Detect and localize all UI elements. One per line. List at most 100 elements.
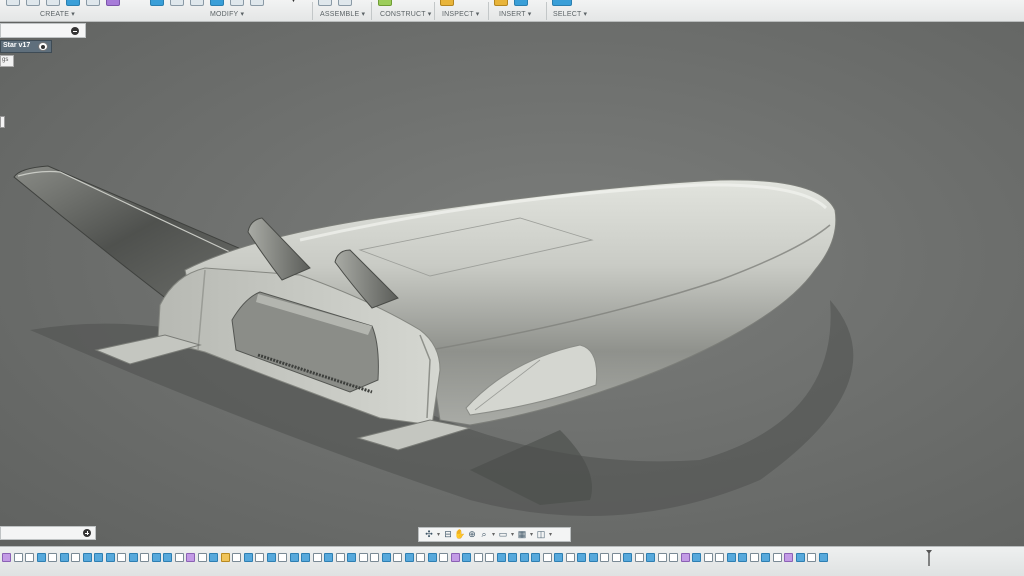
box-icon[interactable] bbox=[26, 0, 40, 6]
combine-feature-icon[interactable] bbox=[186, 553, 195, 562]
sketch-feature-icon[interactable] bbox=[703, 553, 713, 562]
sketch-feature-icon[interactable] bbox=[370, 553, 379, 562]
look-at-icon[interactable]: ⊟ bbox=[443, 529, 453, 540]
assemble-group[interactable]: ASSEMBLE ▾ bbox=[318, 0, 368, 22]
sketch-feature-icon[interactable] bbox=[485, 553, 494, 562]
orbit-icon[interactable]: ✣ bbox=[424, 529, 434, 540]
dropdown-arrow-icon[interactable]: ▾ bbox=[510, 530, 515, 540]
sketch-feature-icon[interactable] bbox=[71, 553, 80, 562]
joint-icon[interactable] bbox=[338, 0, 352, 6]
extrude-feature-icon[interactable] bbox=[82, 553, 92, 562]
extrude-feature-icon[interactable] bbox=[496, 553, 506, 562]
press-pull-icon[interactable] bbox=[150, 0, 164, 6]
construct-menu[interactable]: CONSTRUCT ▾ bbox=[380, 10, 431, 18]
combine-feature-icon[interactable] bbox=[784, 553, 793, 562]
extrude-icon[interactable] bbox=[46, 0, 60, 6]
sketch-feature-icon[interactable] bbox=[232, 553, 241, 562]
sketch-feature-icon[interactable] bbox=[48, 553, 57, 562]
extrude-feature-icon[interactable] bbox=[163, 553, 172, 562]
extrude-feature-icon[interactable] bbox=[105, 553, 115, 562]
document-settings-node[interactable]: gs bbox=[0, 55, 14, 67]
browser-side-marker[interactable] bbox=[0, 116, 5, 128]
sketch-feature-icon[interactable] bbox=[255, 553, 264, 562]
modify-menu[interactable]: MODIFY ▾ bbox=[210, 10, 244, 18]
extrude-feature-icon[interactable] bbox=[646, 553, 655, 562]
modify-group[interactable]: MODIFY ▾ ▼ bbox=[150, 0, 310, 22]
sketch-feature-icon[interactable] bbox=[25, 553, 34, 562]
viewports-icon[interactable]: ◫ bbox=[536, 529, 546, 540]
offset-plane-icon[interactable] bbox=[378, 0, 392, 6]
sketch-feature-icon[interactable] bbox=[542, 553, 552, 562]
dropdown-arrow-icon[interactable]: ▾ bbox=[491, 530, 496, 540]
extrude-feature-icon[interactable] bbox=[508, 553, 517, 562]
comments-panel[interactable] bbox=[0, 526, 96, 540]
collapse-icon[interactable] bbox=[71, 27, 79, 35]
sketch-feature-icon[interactable] bbox=[565, 553, 575, 562]
extrude-feature-icon[interactable] bbox=[404, 553, 414, 562]
extrude-feature-icon[interactable] bbox=[301, 553, 310, 562]
insert-menu[interactable]: INSERT ▾ bbox=[499, 10, 531, 18]
viewport-canvas[interactable] bbox=[0, 22, 1024, 546]
extrude-feature-icon[interactable] bbox=[289, 553, 299, 562]
sketch-feature-icon[interactable] bbox=[600, 553, 609, 562]
scale-icon[interactable] bbox=[230, 0, 244, 6]
extrude-feature-icon[interactable] bbox=[151, 553, 161, 562]
sketch-feature-icon[interactable] bbox=[393, 553, 402, 562]
dropdown-arrow-icon[interactable]: ▾ bbox=[529, 530, 534, 540]
active-radio-icon[interactable] bbox=[38, 42, 48, 51]
sketch-feature-icon[interactable] bbox=[335, 553, 345, 562]
more-arrow-icon[interactable]: ▼ bbox=[290, 0, 297, 4]
display-settings-icon[interactable]: ▭ bbox=[498, 529, 508, 540]
insert-mesh-icon[interactable] bbox=[514, 0, 528, 6]
sketch-feature-icon[interactable] bbox=[312, 553, 322, 562]
sketch-feature-icon[interactable] bbox=[278, 553, 287, 562]
insert-image-icon[interactable] bbox=[494, 0, 508, 6]
select-cursor-icon[interactable] bbox=[552, 0, 572, 6]
extrude-feature-icon[interactable] bbox=[818, 553, 828, 562]
extrude-feature-icon[interactable] bbox=[554, 553, 563, 562]
extrude-feature-icon[interactable] bbox=[381, 553, 391, 562]
sketch-feature-icon[interactable] bbox=[174, 553, 184, 562]
sketch-feature-icon[interactable] bbox=[657, 553, 667, 562]
fit-icon[interactable]: ⌕ bbox=[479, 529, 489, 540]
zoom-icon[interactable]: ⊕ bbox=[467, 529, 477, 540]
select-menu[interactable]: SELECT ▾ bbox=[553, 10, 587, 18]
timeline-track[interactable] bbox=[2, 553, 937, 563]
insert-group[interactable]: INSERT ▾ bbox=[494, 0, 546, 22]
combine-icon[interactable] bbox=[250, 0, 264, 6]
sketch-feature-icon[interactable] bbox=[473, 553, 483, 562]
sketch-feature-icon[interactable] bbox=[117, 553, 126, 562]
new-component-icon[interactable] bbox=[318, 0, 332, 6]
move-feature-icon[interactable] bbox=[220, 553, 230, 562]
sketch-feature-icon[interactable] bbox=[416, 553, 425, 562]
sketch-icon[interactable] bbox=[6, 0, 20, 6]
extrude-feature-icon[interactable] bbox=[577, 553, 586, 562]
sketch-feature-icon[interactable] bbox=[634, 553, 644, 562]
extrude-feature-icon[interactable] bbox=[531, 553, 540, 562]
add-comment-icon[interactable] bbox=[83, 529, 91, 537]
assemble-menu[interactable]: ASSEMBLE ▾ bbox=[320, 10, 365, 18]
sketch-feature-icon[interactable] bbox=[749, 553, 759, 562]
sketch-feature-icon[interactable] bbox=[140, 553, 149, 562]
extrude-feature-icon[interactable] bbox=[761, 553, 770, 562]
combine-feature-icon[interactable] bbox=[2, 553, 11, 562]
sketch-feature-icon[interactable] bbox=[439, 553, 448, 562]
extrude-feature-icon[interactable] bbox=[36, 553, 46, 562]
extrude-feature-icon[interactable] bbox=[726, 553, 736, 562]
sketch-feature-icon[interactable] bbox=[669, 553, 678, 562]
form-icon[interactable] bbox=[86, 0, 100, 6]
extrude-feature-icon[interactable] bbox=[623, 553, 632, 562]
extrude-feature-icon[interactable] bbox=[59, 553, 69, 562]
extrude-feature-icon[interactable] bbox=[795, 553, 805, 562]
extrude-feature-icon[interactable] bbox=[519, 553, 529, 562]
measure-icon[interactable] bbox=[440, 0, 454, 6]
sketch-feature-icon[interactable] bbox=[772, 553, 782, 562]
construct-group[interactable]: CONSTRUCT ▾ bbox=[378, 0, 434, 22]
fillet-icon[interactable] bbox=[170, 0, 184, 6]
viewport[interactable] bbox=[0, 22, 1024, 546]
inspect-menu[interactable]: INSPECT ▾ bbox=[442, 10, 479, 18]
timeline-marker-icon[interactable] bbox=[926, 550, 932, 566]
combine-feature-icon[interactable] bbox=[450, 553, 460, 562]
extrude-feature-icon[interactable] bbox=[94, 553, 103, 562]
revolve-icon[interactable] bbox=[66, 0, 80, 6]
